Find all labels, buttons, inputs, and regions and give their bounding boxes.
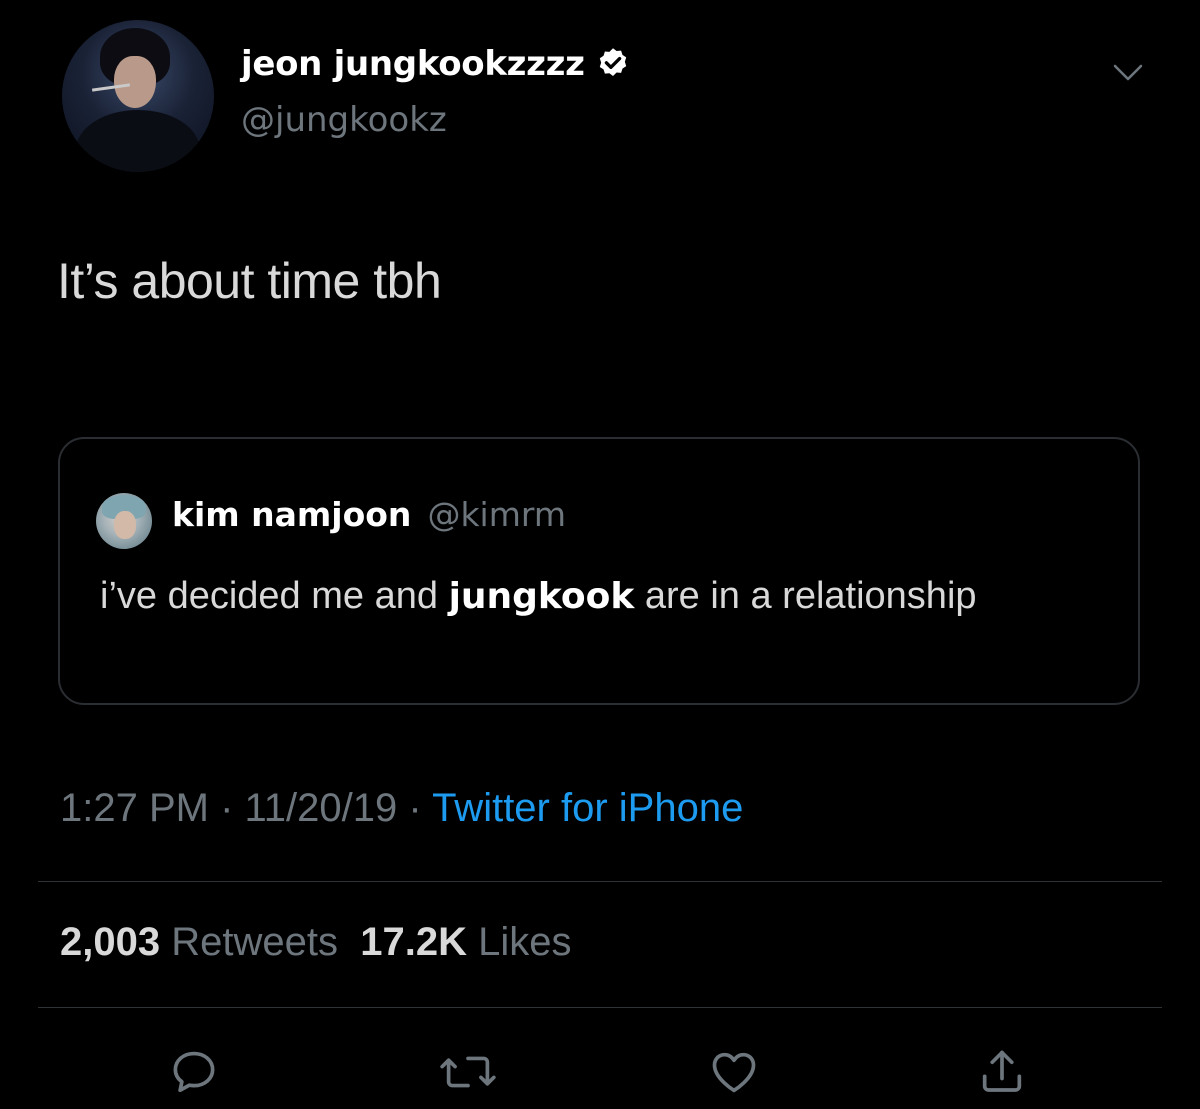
retweet-icon bbox=[440, 1056, 496, 1088]
share-icon bbox=[982, 1050, 1022, 1092]
author-name-row[interactable]: jeon jungkookzzzz bbox=[241, 44, 631, 84]
author-display-name[interactable]: jeon jungkookzzzz bbox=[241, 44, 585, 84]
avatar-body bbox=[76, 110, 200, 172]
chevron-down-icon[interactable] bbox=[1112, 62, 1144, 84]
quoted-author-handle: @kimrm bbox=[427, 495, 566, 534]
divider bbox=[38, 1007, 1162, 1008]
quoted-author-avatar bbox=[96, 493, 152, 549]
tweet-source-link[interactable]: Twitter for iPhone bbox=[432, 786, 743, 830]
meta-separator: · bbox=[208, 786, 245, 830]
tweet-meta: 1:27 PM · 11/20/19 · Twitter for iPhone bbox=[60, 786, 743, 831]
reply-button[interactable] bbox=[164, 1042, 224, 1102]
quoted-tweet-header: kim namjoon @kimrm bbox=[172, 495, 566, 534]
tweet-detail: jeon jungkookzzzz @jungkookz It’s about … bbox=[0, 0, 1200, 1109]
like-button[interactable] bbox=[704, 1042, 764, 1102]
likes-stat[interactable]: 17.2K Likes bbox=[360, 920, 571, 964]
retweet-button[interactable] bbox=[438, 1042, 498, 1102]
quoted-author-display-name: kim namjoon bbox=[172, 495, 412, 534]
share-button[interactable] bbox=[972, 1042, 1032, 1102]
quoted-text-before: i’ve decided me and bbox=[100, 575, 449, 617]
author-handle[interactable]: @jungkookz bbox=[241, 100, 447, 140]
quoted-tweet-text: i’ve decided me and jungkook are in a re… bbox=[100, 565, 1060, 628]
meta-separator: · bbox=[397, 786, 433, 830]
divider bbox=[38, 881, 1162, 882]
verified-badge-icon bbox=[599, 48, 626, 76]
quoted-text-highlight: jungkook bbox=[448, 576, 635, 617]
author-avatar[interactable] bbox=[62, 20, 214, 172]
retweets-count: 2,003 bbox=[60, 920, 161, 964]
retweets-stat[interactable]: 2,003 Retweets bbox=[60, 920, 338, 964]
tweet-text: It’s about time tbh bbox=[57, 253, 442, 309]
like-icon bbox=[712, 1052, 756, 1093]
retweets-label: Retweets bbox=[171, 920, 338, 964]
reply-icon bbox=[173, 1051, 215, 1093]
tweet-date[interactable]: 11/20/19 bbox=[245, 786, 398, 830]
avatar-face bbox=[114, 56, 156, 108]
likes-label: Likes bbox=[478, 920, 572, 964]
quoted-avatar-face bbox=[114, 511, 136, 539]
likes-count: 17.2K bbox=[360, 920, 467, 964]
quoted-tweet-card[interactable]: kim namjoon @kimrm i’ve decided me and j… bbox=[58, 437, 1140, 705]
quoted-text-after: are in a relationship bbox=[634, 575, 977, 617]
tweet-time: 1:27 PM bbox=[60, 786, 209, 830]
tweet-stats: 2,003 Retweets 17.2K Likes bbox=[60, 920, 571, 965]
